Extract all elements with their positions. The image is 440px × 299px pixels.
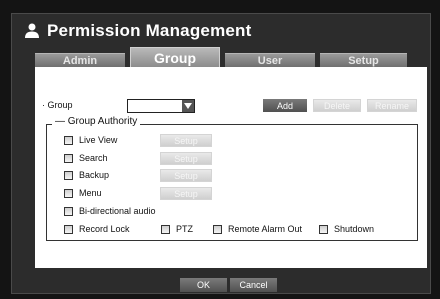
shutdown-checkbox[interactable] xyxy=(319,224,328,234)
backup-label: Backup xyxy=(79,170,110,180)
live-view-label: Live View xyxy=(79,135,118,145)
group-label: · Group xyxy=(42,100,73,110)
backup-option[interactable]: Backup xyxy=(64,170,109,180)
ok-button[interactable]: OK xyxy=(180,278,227,292)
tab-user[interactable]: User xyxy=(225,53,315,67)
search-label: Search xyxy=(79,153,108,163)
add-button[interactable]: Add xyxy=(263,99,307,112)
backup-setup-button[interactable]: Setup xyxy=(160,169,212,182)
rename-button[interactable]: Rename xyxy=(367,99,417,112)
remote-alarm-out-label: Remote Alarm Out xyxy=(228,224,303,234)
live-view-option[interactable]: Live View xyxy=(64,135,117,145)
bi-directional-audio-label: Bi-directional audio xyxy=(79,206,156,216)
tab-bar: Admin Group User Setup xyxy=(35,47,407,67)
search-checkbox[interactable] xyxy=(64,153,73,163)
group-select[interactable] xyxy=(127,99,195,113)
group-authority-legend: — Group Authority xyxy=(52,116,141,127)
ptz-label: PTZ xyxy=(176,224,193,234)
cancel-button[interactable]: Cancel xyxy=(230,278,277,292)
backup-checkbox[interactable] xyxy=(64,170,73,180)
search-option[interactable]: Search xyxy=(64,153,108,163)
record-lock-option[interactable]: Record Lock xyxy=(64,224,130,234)
bi-directional-audio-checkbox[interactable] xyxy=(64,206,73,216)
remote-alarm-out-checkbox[interactable] xyxy=(213,224,222,234)
user-icon xyxy=(25,23,39,38)
ptz-checkbox[interactable] xyxy=(161,224,170,234)
live-view-checkbox[interactable] xyxy=(64,135,73,145)
shutdown-option[interactable]: Shutdown xyxy=(319,224,374,234)
dialog-footer: OK Cancel xyxy=(12,268,432,295)
chevron-down-icon[interactable] xyxy=(182,100,194,112)
tab-group[interactable]: Group xyxy=(130,47,220,67)
remote-alarm-out-option[interactable]: Remote Alarm Out xyxy=(213,224,302,234)
bi-directional-audio-option[interactable]: Bi-directional audio xyxy=(64,206,156,216)
menu-checkbox[interactable] xyxy=(64,188,73,198)
ptz-option[interactable]: PTZ xyxy=(161,224,193,234)
live-view-setup-button[interactable]: Setup xyxy=(160,134,212,147)
tab-admin[interactable]: Admin xyxy=(35,53,125,67)
record-lock-checkbox[interactable] xyxy=(64,224,73,234)
legend-dash: — xyxy=(55,116,68,127)
menu-label: Menu xyxy=(79,188,102,198)
title-bar: Permission Management xyxy=(23,14,423,47)
search-setup-button[interactable]: Setup xyxy=(160,152,212,165)
record-lock-label: Record Lock xyxy=(79,224,130,234)
group-authority-title: Group Authority xyxy=(67,116,138,127)
shutdown-label: Shutdown xyxy=(334,224,375,234)
window-title: Permission Management xyxy=(47,20,252,40)
tab-setup[interactable]: Setup xyxy=(320,53,407,67)
delete-button[interactable]: Delete xyxy=(313,99,361,112)
group-panel: · Group Add Delete Rename — Group Author… xyxy=(35,67,427,268)
group-row: · Group xyxy=(42,97,73,113)
menu-option[interactable]: Menu xyxy=(64,188,102,198)
permission-management-window: Permission Management Admin Group User S… xyxy=(11,13,431,294)
menu-setup-button[interactable]: Setup xyxy=(160,187,212,200)
